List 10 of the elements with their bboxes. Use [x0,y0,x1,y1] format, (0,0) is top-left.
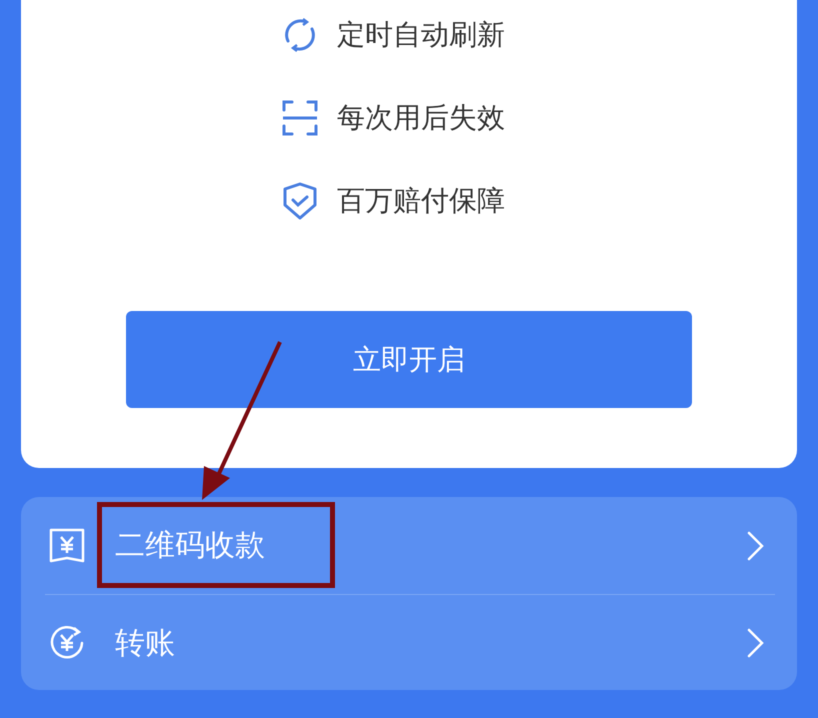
feature-label: 每次用后失效 [337,100,505,136]
scan-icon [280,98,320,138]
feature-label: 定时自动刷新 [337,17,505,53]
yen-receipt-icon [48,526,86,564]
menu-item-label[interactable]: 二维码收款 [115,525,716,566]
enable-button[interactable]: 立即开启 [126,311,692,408]
chevron-right-icon[interactable] [745,627,765,659]
feature-label: 百万赔付保障 [337,183,505,219]
chevron-right-icon[interactable] [745,530,765,562]
menu-item-label[interactable]: 转账 [115,622,716,664]
